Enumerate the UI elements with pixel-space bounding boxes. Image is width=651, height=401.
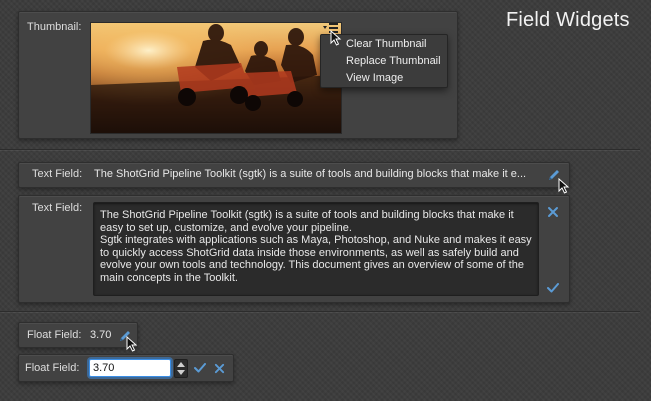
stepper-up-icon[interactable]: [175, 360, 187, 369]
thumbnail-label: Thumbnail:: [27, 21, 82, 33]
close-icon: [548, 207, 558, 217]
text-field-edit-panel: Text Field: The ShotGrid Pipeline Toolki…: [18, 195, 570, 303]
text-field-readonly-panel: Text Field: The ShotGrid Pipeline Toolki…: [18, 162, 570, 188]
textarea-line: main concepts in the Toolkit.: [100, 271, 238, 284]
float-field-edit-panel: Float Field:: [18, 354, 234, 382]
mouse-cursor-icon: [126, 336, 138, 352]
checkmark-icon: [547, 283, 559, 293]
text-field-edit-label: Text Field:: [32, 202, 83, 214]
menu-item-view-image[interactable]: View Image: [321, 70, 447, 87]
section-divider: [0, 311, 640, 312]
text-field-clear-button[interactable]: [545, 204, 561, 220]
float-field-value: 3.70: [90, 329, 112, 341]
textarea-line: evolve your own tools and technology. Th…: [100, 259, 524, 271]
stepper-down-icon[interactable]: [175, 369, 187, 378]
close-icon: [214, 363, 224, 373]
float-field-readonly-panel: Float Field: 3.70: [18, 322, 138, 348]
section-divider: [0, 149, 640, 150]
float-field-clear-button[interactable]: [212, 361, 226, 375]
float-field-apply-button[interactable]: [193, 361, 207, 375]
page-title: Field Widgets: [506, 9, 630, 31]
menu-item-replace-thumbnail[interactable]: Replace Thumbnail: [321, 53, 447, 70]
float-field-stepper[interactable]: [174, 359, 188, 378]
text-field-label: Text Field:: [32, 168, 83, 180]
textarea-line: to quickly access ShotGrid data inside t…: [100, 246, 519, 259]
textarea-line: The ShotGrid Pipeline Toolkit (sgtk) is …: [100, 209, 514, 221]
textarea-line: easy to set up, customize, and evolve yo…: [100, 221, 352, 234]
thumbnail-image[interactable]: [90, 22, 342, 134]
text-field-value: The ShotGrid Pipeline Toolkit (sgtk) is …: [94, 168, 527, 180]
thumbnail-photo: [91, 23, 341, 133]
text-field-apply-button[interactable]: [545, 281, 561, 295]
float-field-label: Float Field:: [27, 329, 82, 341]
checkmark-icon: [194, 363, 206, 373]
mouse-cursor-icon: [558, 178, 570, 194]
text-field-textarea[interactable]: The ShotGrid Pipeline Toolkit (sgtk) is …: [93, 202, 539, 296]
float-field-input[interactable]: [89, 359, 171, 377]
float-field-edit-label: Float Field:: [25, 362, 80, 374]
textarea-line: Sgtk integrates with applications such a…: [100, 234, 532, 246]
mouse-cursor-icon: [330, 30, 342, 46]
